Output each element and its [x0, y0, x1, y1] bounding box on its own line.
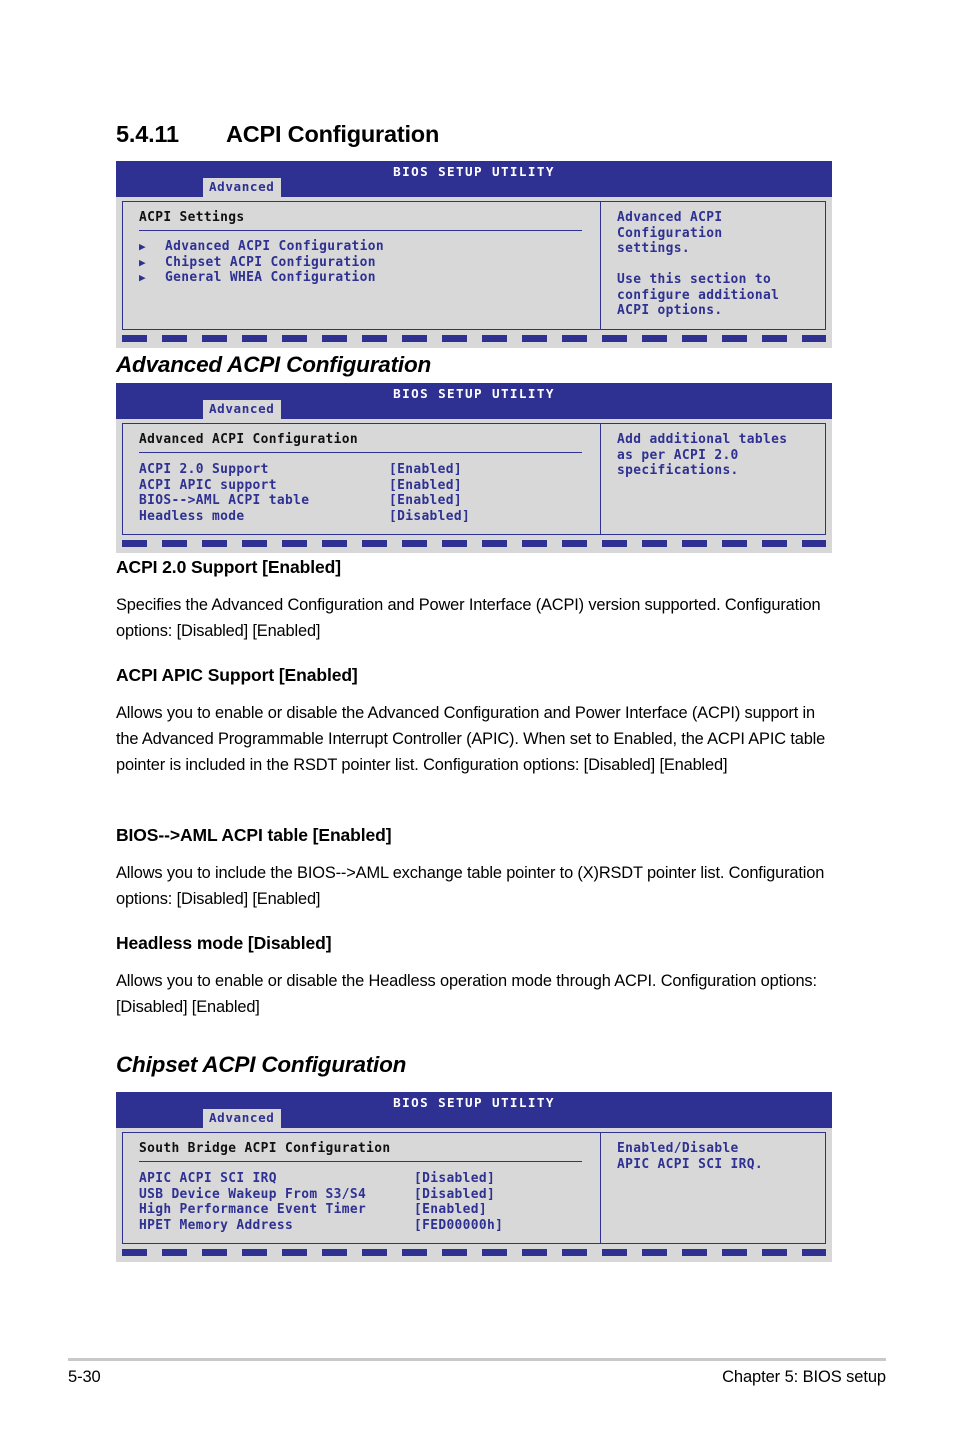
- bios-option-value[interactable]: [Disabled]: [414, 1171, 495, 1187]
- bios-option-label: Headless mode: [139, 508, 245, 524]
- bios-option-label: BIOS-->AML ACPI table: [139, 493, 310, 508]
- bios-menu-item-general-whea[interactable]: ▶ General WHEA Configuration: [139, 270, 600, 286]
- bios-option-label: High Performance Event Timer: [139, 1202, 367, 1217]
- arrow-right-icon: ▶: [139, 271, 146, 284]
- bios-legend-dashed-bar: [122, 1249, 826, 1256]
- bios-menu-item-chipset-acpi[interactable]: ▶ Chipset ACPI Configuration: [139, 255, 600, 271]
- bios-option-row[interactable]: APIC ACPI SCI IRQ [Disabled]: [139, 1171, 600, 1187]
- option-description-headless-mode: Allows you to enable or disable the Head…: [116, 972, 817, 1016]
- bios-screen-advanced-acpi: BIOS SETUP UTILITY Advanced Advanced ACP…: [116, 383, 832, 553]
- bios-menu-item-label: Chipset ACPI Configuration: [165, 254, 376, 270]
- page-title: 5.4.11 ACPI Configuration: [116, 121, 439, 148]
- subsection-heading-advanced-acpi: Advanced ACPI Configuration: [116, 352, 432, 377]
- bios-option-row[interactable]: Headless mode [Disabled]: [139, 509, 600, 525]
- bios-help-text: Enabled/Disable APIC ACPI SCI IRQ.: [617, 1141, 763, 1172]
- option-heading-acpi-apic: ACPI APIC Support [Enabled]: [116, 665, 358, 685]
- bios-option-label: HPET Memory Address: [139, 1217, 294, 1233]
- bios-pane-title: South Bridge ACPI Configuration: [139, 1141, 582, 1162]
- bios-pane-title: ACPI Settings: [139, 210, 582, 231]
- option-description-acpi-apic: Allows you to enable or disable the Adva…: [116, 704, 826, 774]
- bios-help-pane: Enabled/Disable APIC ACPI SCI IRQ.: [600, 1132, 826, 1244]
- bios-tab-advanced[interactable]: Advanced: [203, 400, 282, 419]
- bios-utility-title: BIOS SETUP UTILITY: [393, 386, 555, 401]
- bios-option-value[interactable]: [Disabled]: [389, 509, 470, 525]
- bios-legend-dashed-bar: [122, 540, 826, 547]
- bios-header-bar: BIOS SETUP UTILITY Advanced: [116, 1092, 832, 1128]
- bios-option-label: ACPI APIC support: [139, 477, 277, 493]
- bios-menu-item-label: Advanced ACPI Configuration: [165, 239, 384, 254]
- bios-option-label: APIC ACPI SCI IRQ: [139, 1171, 277, 1186]
- bios-option-label: USB Device Wakeup From S3/S4: [139, 1186, 367, 1202]
- bios-option-row[interactable]: USB Device Wakeup From S3/S4 [Disabled]: [139, 1187, 600, 1203]
- bios-tab-advanced[interactable]: Advanced: [203, 178, 282, 197]
- bios-menu-list: ▶ Advanced ACPI Configuration ▶ Chipset …: [139, 239, 600, 286]
- bios-help-pane: Advanced ACPI Configuration settings. Us…: [600, 201, 826, 330]
- bios-option-row[interactable]: BIOS-->AML ACPI table [Enabled]: [139, 493, 600, 509]
- bios-footer: [116, 1244, 832, 1262]
- footer-chapter-label: Chapter 5: BIOS setup: [722, 1368, 886, 1386]
- bios-footer: [116, 329, 832, 348]
- subsection-heading-chipset-acpi: Chipset ACPI Configuration: [116, 1052, 407, 1077]
- section-number: 5.4.11: [116, 121, 179, 147]
- bios-option-list: ACPI 2.0 Support [Enabled] ACPI APIC sup…: [139, 462, 600, 524]
- bios-option-value[interactable]: [Disabled]: [414, 1187, 495, 1203]
- footer-divider: [68, 1358, 886, 1361]
- footer-page-number: 5-30: [68, 1368, 101, 1386]
- section-title: ACPI Configuration: [226, 121, 440, 147]
- bios-menu-item-advanced-acpi[interactable]: ▶ Advanced ACPI Configuration: [139, 239, 600, 255]
- arrow-right-icon: ▶: [139, 240, 146, 253]
- bios-option-value[interactable]: [Enabled]: [389, 462, 462, 478]
- bios-utility-title: BIOS SETUP UTILITY: [393, 1095, 555, 1110]
- bios-legend-dashed-bar: [122, 334, 826, 342]
- bios-option-row[interactable]: High Performance Event Timer [Enabled]: [139, 1202, 600, 1218]
- bios-settings-pane: South Bridge ACPI Configuration APIC ACP…: [122, 1132, 600, 1244]
- bios-help-text: Advanced ACPI Configuration settings. Us…: [617, 210, 780, 318]
- bios-help-pane: Add additional tables as per ACPI 2.0 sp…: [600, 423, 826, 535]
- bios-settings-pane: ACPI Settings ▶ Advanced ACPI Configurat…: [122, 201, 600, 330]
- bios-pane-title: Advanced ACPI Configuration: [139, 432, 582, 453]
- option-heading-bios-aml: BIOS-->AML ACPI table [Enabled]: [116, 825, 392, 845]
- bios-option-list: APIC ACPI SCI IRQ [Disabled] USB Device …: [139, 1171, 600, 1233]
- bios-menu-item-label: General WHEA Configuration: [165, 270, 376, 285]
- bios-header-bar: BIOS SETUP UTILITY Advanced: [116, 383, 832, 419]
- option-heading-acpi20: ACPI 2.0 Support [Enabled]: [116, 557, 341, 577]
- bios-screen-acpi-settings: BIOS SETUP UTILITY Advanced ACPI Setting…: [116, 161, 832, 348]
- bios-screen-chipset-acpi: BIOS SETUP UTILITY Advanced South Bridge…: [116, 1092, 832, 1262]
- bios-footer: [116, 535, 832, 553]
- bios-body: South Bridge ACPI Configuration APIC ACP…: [116, 1128, 832, 1244]
- bios-option-value[interactable]: [FED00000h]: [414, 1218, 503, 1234]
- bios-option-value[interactable]: [Enabled]: [389, 493, 462, 509]
- bios-utility-title: BIOS SETUP UTILITY: [393, 164, 555, 179]
- bios-tab-advanced[interactable]: Advanced: [203, 1109, 282, 1128]
- option-description-acpi20: Specifies the Advanced Configuration and…: [116, 596, 821, 640]
- bios-option-row[interactable]: ACPI APIC support [Enabled]: [139, 478, 600, 494]
- bios-body: ACPI Settings ▶ Advanced ACPI Configurat…: [116, 197, 832, 330]
- bios-settings-pane: Advanced ACPI Configuration ACPI 2.0 Sup…: [122, 423, 600, 535]
- bios-option-value[interactable]: [Enabled]: [389, 478, 462, 494]
- arrow-right-icon: ▶: [139, 255, 146, 269]
- bios-header-bar: BIOS SETUP UTILITY Advanced: [116, 161, 832, 197]
- bios-option-row[interactable]: ACPI 2.0 Support [Enabled]: [139, 462, 600, 478]
- bios-option-label: ACPI 2.0 Support: [139, 462, 269, 477]
- option-description-bios-aml: Allows you to include the BIOS-->AML exc…: [116, 864, 825, 908]
- bios-body: Advanced ACPI Configuration ACPI 2.0 Sup…: [116, 419, 832, 535]
- option-heading-headless-mode: Headless mode [Disabled]: [116, 933, 332, 953]
- bios-help-text: Add additional tables as per ACPI 2.0 sp…: [617, 432, 788, 478]
- document-page: 5.4.11 ACPI Configuration BIOS SETUP UTI…: [0, 0, 954, 1438]
- bios-option-value[interactable]: [Enabled]: [414, 1202, 487, 1218]
- bios-option-row[interactable]: HPET Memory Address [FED00000h]: [139, 1218, 600, 1234]
